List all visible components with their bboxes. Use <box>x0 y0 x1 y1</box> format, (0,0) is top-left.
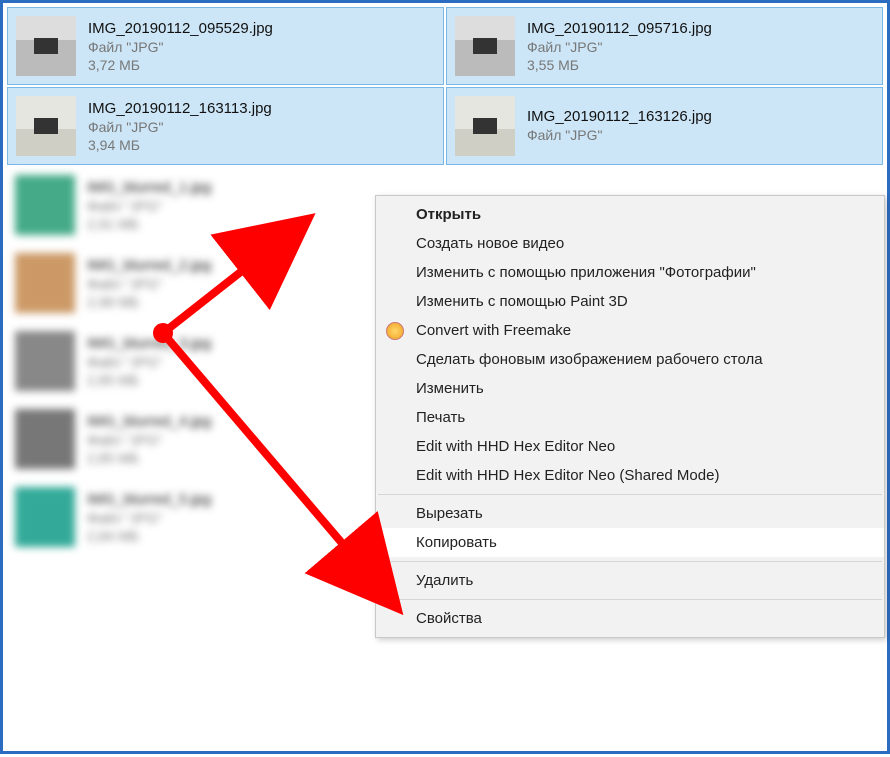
file-name: IMG_blurred_4.jpg <box>87 413 211 430</box>
file-size: 3,72 МБ <box>88 57 273 73</box>
file-thumbnail <box>16 96 76 156</box>
menu-label: Копировать <box>416 534 497 551</box>
file-size: 3,94 МБ <box>88 137 272 153</box>
menu-separator <box>378 599 882 600</box>
menu-item-hhd-hex-shared[interactable]: Edit with HHD Hex Editor Neo (Shared Mod… <box>376 461 884 490</box>
menu-item-hhd-hex[interactable]: Edit with HHD Hex Editor Neo <box>376 432 884 461</box>
file-thumbnail <box>15 487 75 547</box>
menu-item-delete[interactable]: Удалить <box>376 566 884 595</box>
menu-item-cut[interactable]: Вырезать <box>376 499 884 528</box>
file-size: 2,98 МБ <box>87 294 211 310</box>
file-type: Файл "JPG" <box>87 432 211 448</box>
file-thumbnail <box>455 96 515 156</box>
context-menu: Открыть Создать новое видео Изменить с п… <box>375 195 885 638</box>
menu-item-edit-photos-app[interactable]: Изменить с помощью приложения "Фотографи… <box>376 258 884 287</box>
file-thumbnail <box>15 331 75 391</box>
file-thumbnail <box>15 175 75 235</box>
menu-label: Создать новое видео <box>416 235 564 252</box>
file-item[interactable]: IMG_20190112_163113.jpg Файл "JPG" 3,94 … <box>7 87 444 165</box>
file-name: IMG_20190112_163126.jpg <box>527 108 712 125</box>
menu-label: Изменить <box>416 380 484 397</box>
menu-item-print[interactable]: Печать <box>376 403 884 432</box>
file-thumbnail <box>455 16 515 76</box>
file-name: IMG_blurred_2.jpg <box>87 257 211 274</box>
menu-separator <box>378 494 882 495</box>
file-name: IMG_blurred_3.jpg <box>87 335 211 352</box>
file-size: 2,91 МБ <box>87 216 211 232</box>
menu-item-create-video[interactable]: Создать новое видео <box>376 229 884 258</box>
menu-label: Изменить с помощью Paint 3D <box>416 293 628 310</box>
menu-item-properties[interactable]: Свойства <box>376 604 884 633</box>
file-type: Файл "JPG" <box>88 119 272 135</box>
file-type: Файл "JPG" <box>87 510 211 526</box>
menu-label: Вырезать <box>416 505 483 522</box>
file-item[interactable]: IMG_20190112_095529.jpg Файл "JPG" 3,72 … <box>7 7 444 85</box>
menu-item-convert-freemake[interactable]: Convert with Freemake <box>376 316 884 345</box>
file-thumbnail <box>15 409 75 469</box>
freemake-icon <box>386 322 404 340</box>
file-name: IMG_20190112_095529.jpg <box>88 20 273 37</box>
file-name: IMG_20190112_095716.jpg <box>527 20 712 37</box>
file-type: Файл "JPG" <box>87 198 211 214</box>
file-type: Файл "JPG" <box>527 127 712 143</box>
file-item[interactable]: IMG_20190112_095716.jpg Файл "JPG" 3,55 … <box>446 7 883 85</box>
menu-label: Удалить <box>416 572 473 589</box>
file-size: 2,85 МБ <box>87 450 211 466</box>
menu-item-open[interactable]: Открыть <box>376 200 884 229</box>
file-thumbnail <box>16 16 76 76</box>
menu-label: Свойства <box>416 610 482 627</box>
file-name: IMG_blurred_5.jpg <box>87 491 211 508</box>
menu-label: Изменить с помощью приложения "Фотографи… <box>416 264 756 281</box>
menu-item-edit-paint3d[interactable]: Изменить с помощью Paint 3D <box>376 287 884 316</box>
menu-label: Edit with HHD Hex Editor Neo <box>416 438 615 455</box>
menu-separator <box>378 561 882 562</box>
menu-label: Открыть <box>416 206 481 223</box>
file-size: 3,55 МБ <box>527 57 712 73</box>
file-item[interactable]: IMG_20190112_163126.jpg Файл "JPG" <box>446 87 883 165</box>
file-size: 2,85 МБ <box>87 372 211 388</box>
file-type: Файл "JPG" <box>88 39 273 55</box>
menu-label: Печать <box>416 409 465 426</box>
file-type: Файл "JPG" <box>87 354 211 370</box>
menu-item-edit[interactable]: Изменить <box>376 374 884 403</box>
menu-label: Edit with HHD Hex Editor Neo (Shared Mod… <box>416 467 719 484</box>
menu-label: Сделать фоновым изображением рабочего ст… <box>416 351 763 368</box>
file-name: IMG_20190112_163113.jpg <box>88 100 272 117</box>
file-type: Файл "JPG" <box>87 276 211 292</box>
file-size: 2,84 МБ <box>87 528 211 544</box>
file-thumbnail <box>15 253 75 313</box>
menu-item-copy[interactable]: Копировать <box>376 528 884 557</box>
file-name: IMG_blurred_1.jpg <box>87 179 211 196</box>
menu-label: Convert with Freemake <box>416 322 571 339</box>
menu-item-set-wallpaper[interactable]: Сделать фоновым изображением рабочего ст… <box>376 345 884 374</box>
file-type: Файл "JPG" <box>527 39 712 55</box>
